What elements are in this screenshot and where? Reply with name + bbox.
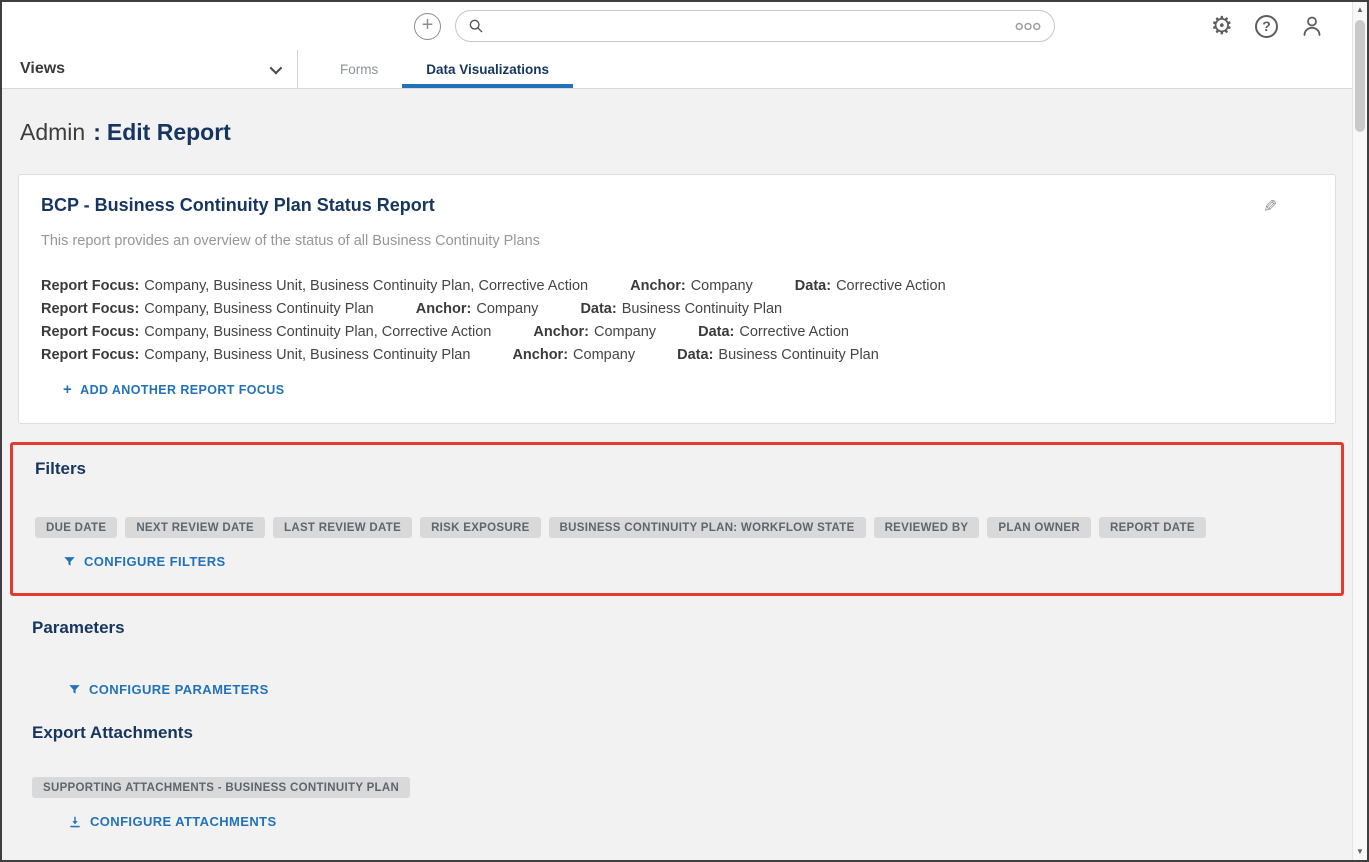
- search-icon: [468, 18, 484, 34]
- report-focus-row: Report Focus: Company, Business Continuit…: [41, 321, 1311, 344]
- help-icon[interactable]: ?: [1255, 15, 1278, 38]
- filters-heading: Filters: [35, 459, 1321, 479]
- attachment-chip[interactable]: SUPPORTING ATTACHMENTS - BUSINESS CONTIN…: [32, 777, 410, 798]
- page-title: Admin:Edit Report: [20, 119, 1336, 146]
- add-report-focus-button[interactable]: + ADD ANOTHER REPORT FOCUS: [63, 381, 284, 398]
- anchor-value: Company: [594, 324, 656, 340]
- report-focus-value: Company, Business Unit, Business Continu…: [144, 278, 588, 294]
- funnel-icon: [63, 555, 76, 568]
- data-value: Corrective Action: [836, 278, 946, 294]
- add-report-focus-label: ADD ANOTHER REPORT FOCUS: [80, 383, 284, 397]
- more-options-icon[interactable]: [1014, 21, 1042, 32]
- data-value: Corrective Action: [739, 324, 849, 340]
- filter-chip[interactable]: REPORT DATE: [1099, 517, 1206, 538]
- filter-chip-list: DUE DATE NEXT REVIEW DATE LAST REVIEW DA…: [35, 517, 1321, 538]
- page-title-separator: :: [93, 119, 101, 145]
- parameters-section: Parameters CONFIGURE PARAMETERS: [18, 596, 1336, 701]
- settings-gear-icon[interactable]: ⚙: [1211, 14, 1233, 39]
- anchor-value: Company: [573, 347, 635, 363]
- vertical-scrollbar[interactable]: ▲ ▼: [1352, 2, 1367, 860]
- configure-attachments-label: CONFIGURE ATTACHMENTS: [90, 814, 277, 829]
- main-content: Admin:Edit Report BCP - Business Continu…: [2, 89, 1352, 860]
- filter-chip[interactable]: BUSINESS CONTINUITY PLAN: WORKFLOW STATE: [549, 517, 866, 538]
- export-attachments-heading: Export Attachments: [32, 723, 1314, 743]
- report-focus-row: Report Focus: Company, Business Unit, Bus…: [41, 344, 1311, 367]
- report-focus-row: Report Focus: Company, Business Unit, Bus…: [41, 275, 1311, 298]
- anchor-value: Company: [691, 278, 753, 294]
- report-focus-value: Company, Business Continuity Plan, Corre…: [144, 324, 491, 340]
- report-focus-value: Company, Business Unit, Business Continu…: [144, 347, 470, 363]
- anchor-value: Company: [476, 301, 538, 317]
- data-label: Data:: [698, 324, 734, 340]
- nav-bar: Views Forms Data Visualizations: [2, 50, 1352, 89]
- topbar-icon-group: ⚙ ?: [1211, 14, 1338, 39]
- report-focus-label: Report Focus:: [41, 347, 139, 363]
- report-focus-row: Report Focus: Company, Business Continuit…: [41, 298, 1311, 321]
- anchor-label: Anchor:: [533, 324, 589, 340]
- funnel-icon: [68, 683, 81, 696]
- parameters-heading: Parameters: [32, 618, 1314, 638]
- report-summary-card: BCP - Business Continuity Plan Status Re…: [18, 174, 1336, 424]
- data-value: Business Continuity Plan: [718, 347, 878, 363]
- data-label: Data:: [677, 347, 713, 363]
- data-label: Data:: [580, 301, 616, 317]
- tab-data-visualizations[interactable]: Data Visualizations: [402, 50, 573, 88]
- chevron-down-icon: [270, 61, 283, 74]
- app-window: + ⚙: [0, 0, 1369, 862]
- page-title-main: Edit Report: [107, 119, 231, 145]
- anchor-label: Anchor:: [512, 347, 568, 363]
- tab-forms[interactable]: Forms: [316, 50, 402, 88]
- download-icon: [68, 815, 82, 829]
- page-title-prefix: Admin: [20, 119, 85, 145]
- views-dropdown-label: Views: [20, 60, 65, 78]
- configure-filters-button[interactable]: CONFIGURE FILTERS: [63, 554, 226, 569]
- report-description: This report provides an overview of the …: [41, 233, 1311, 249]
- report-focus-label: Report Focus:: [41, 324, 139, 340]
- attachment-chip-list: SUPPORTING ATTACHMENTS - BUSINESS CONTIN…: [32, 777, 1314, 798]
- configure-parameters-label: CONFIGURE PARAMETERS: [89, 682, 269, 697]
- filter-chip[interactable]: LAST REVIEW DATE: [273, 517, 412, 538]
- anchor-label: Anchor:: [416, 301, 472, 317]
- filter-chip[interactable]: DUE DATE: [35, 517, 117, 538]
- report-focus-list: Report Focus: Company, Business Unit, Bus…: [41, 275, 1311, 367]
- scroll-down-icon[interactable]: ▼: [1353, 844, 1367, 860]
- data-value: Business Continuity Plan: [622, 301, 782, 317]
- filter-chip[interactable]: REVIEWED BY: [874, 517, 980, 538]
- report-focus-value: Company, Business Continuity Plan: [144, 301, 373, 317]
- configure-attachments-button[interactable]: CONFIGURE ATTACHMENTS: [68, 814, 277, 829]
- data-label: Data:: [795, 278, 831, 294]
- edit-pencil-icon[interactable]: ✎: [1263, 197, 1277, 217]
- plus-icon: +: [63, 381, 72, 398]
- report-focus-label: Report Focus:: [41, 301, 139, 317]
- tab-strip: Forms Data Visualizations: [316, 50, 573, 88]
- report-focus-label: Report Focus:: [41, 278, 139, 294]
- filter-chip[interactable]: PLAN OWNER: [987, 517, 1091, 538]
- configure-filters-label: CONFIGURE FILTERS: [84, 554, 226, 569]
- configure-parameters-button[interactable]: CONFIGURE PARAMETERS: [68, 682, 269, 697]
- user-profile-icon[interactable]: [1300, 14, 1324, 38]
- filter-chip[interactable]: NEXT REVIEW DATE: [125, 517, 265, 538]
- scrollbar-thumb[interactable]: [1355, 20, 1365, 132]
- filters-section-highlight: Filters DUE DATE NEXT REVIEW DATE LAST R…: [10, 442, 1344, 596]
- top-bar: + ⚙: [2, 2, 1352, 50]
- views-dropdown[interactable]: Views: [2, 50, 298, 88]
- export-attachments-section: Export Attachments SUPPORTING ATTACHMENT…: [18, 701, 1336, 834]
- filter-chip[interactable]: RISK EXPOSURE: [420, 517, 540, 538]
- app-container: + ⚙: [2, 2, 1352, 860]
- add-icon[interactable]: +: [414, 13, 441, 40]
- search-bar[interactable]: [455, 10, 1055, 42]
- search-input[interactable]: [492, 18, 1014, 34]
- report-title: BCP - Business Continuity Plan Status Re…: [41, 195, 1311, 216]
- scroll-up-icon[interactable]: ▲: [1353, 2, 1367, 18]
- anchor-label: Anchor:: [630, 278, 686, 294]
